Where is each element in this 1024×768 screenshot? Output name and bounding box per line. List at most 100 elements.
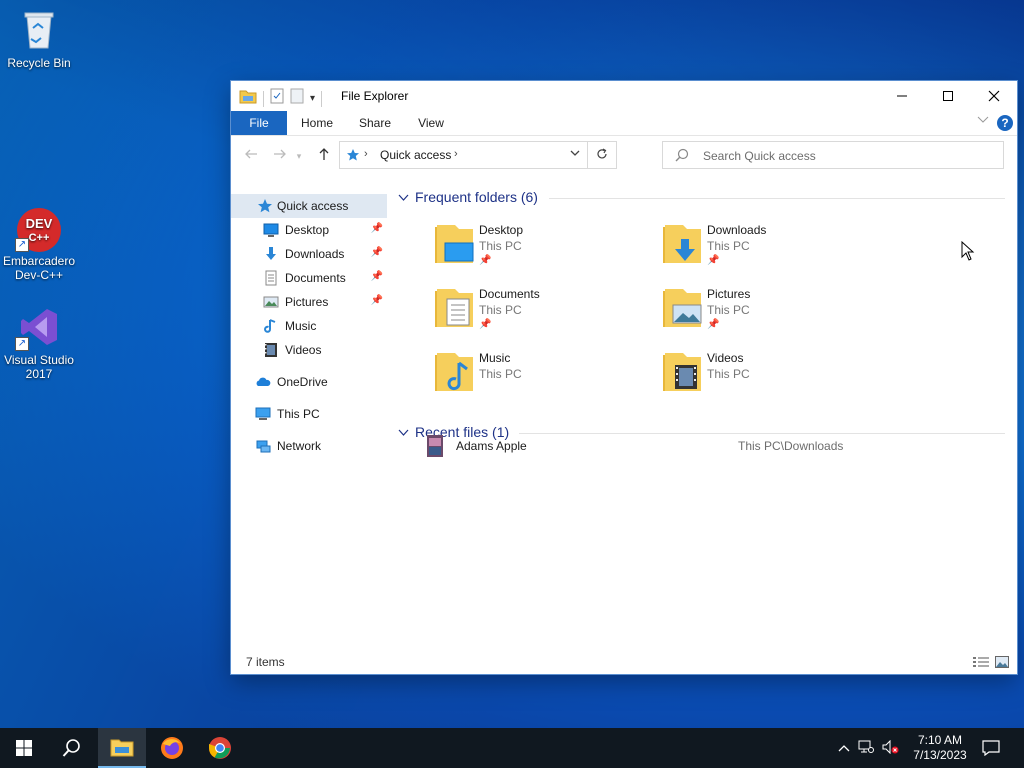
recent-file-name: Adams Apple <box>456 439 527 453</box>
group-title: Frequent folders (6) <box>415 189 538 205</box>
nav-item-label: Desktop <box>285 223 330 237</box>
up-arrow-icon <box>319 148 329 160</box>
tab-view[interactable]: View <box>407 111 455 135</box>
cpp-logo-text: C++ <box>29 232 50 244</box>
taskbar-clock[interactable]: 7:10 AM 7/13/2023 <box>902 733 978 763</box>
folder-tile-music[interactable]: Music This PC <box>433 349 653 405</box>
videos-folder-icon <box>661 349 705 395</box>
pin-icon[interactable]: 📌 <box>371 271 383 282</box>
help-button[interactable]: ? <box>997 115 1013 131</box>
expand-ribbon-chevron-icon[interactable] <box>977 115 989 127</box>
refresh-button[interactable] <box>587 142 616 168</box>
title-bar[interactable]: ▾ File Explorer <box>231 81 1017 111</box>
folder-tile-pictures[interactable]: Pictures This PC 📌 <box>661 285 881 341</box>
volume-muted-icon[interactable] <box>882 739 900 757</box>
close-button[interactable] <box>971 81 1017 111</box>
desktop-icon <box>263 222 279 238</box>
nav-item-this-pc[interactable]: This PC <box>231 402 387 426</box>
tab-share[interactable]: Share <box>351 111 399 135</box>
nav-item-downloads[interactable]: Downloads 📌 <box>231 242 387 266</box>
pin-icon[interactable]: 📌 <box>371 295 383 306</box>
tab-file[interactable]: File <box>231 111 287 135</box>
quick-access-toolbar: ▾ <box>239 88 323 109</box>
collapse-chevron-icon[interactable] <box>398 426 409 440</box>
firefox-icon <box>161 737 183 759</box>
tab-home[interactable]: Home <box>293 111 341 135</box>
dev-cpp-icon: DEV C++ ↗ <box>15 206 61 252</box>
nav-item-label: Videos <box>285 343 322 357</box>
desktop-icon-recycle-bin[interactable]: Recycle Bin <box>1 8 77 70</box>
search-icon <box>62 739 80 757</box>
breadcrumb-quick-access[interactable]: Quick access <box>380 148 451 162</box>
nav-item-label: Network <box>277 439 322 453</box>
search-placeholder: Search Quick access <box>703 149 816 163</box>
address-bar[interactable]: › Quick access › <box>339 141 617 169</box>
taskbar-chrome[interactable] <box>196 728 244 768</box>
desktop-icon-label: 2017 <box>25 367 53 381</box>
taskbar-firefox[interactable] <box>148 728 196 768</box>
nav-item-onedrive[interactable]: OneDrive <box>231 370 387 394</box>
show-hidden-icons-chevron-icon[interactable] <box>838 741 850 755</box>
details-view-icon[interactable] <box>973 655 989 673</box>
folder-location: This PC <box>479 303 522 317</box>
back-arrow-icon <box>245 149 257 159</box>
view-toggle <box>973 655 1009 673</box>
up-button[interactable] <box>313 145 335 167</box>
folder-tile-videos[interactable]: Videos This PC <box>661 349 881 405</box>
nav-item-quick-access[interactable]: Quick access <box>231 194 387 218</box>
pin-icon[interactable]: 📌 <box>371 223 383 234</box>
maximize-button[interactable] <box>925 81 971 111</box>
notifications-button[interactable] <box>968 728 1014 768</box>
nav-item-network[interactable]: Network <box>231 434 387 458</box>
customize-toolbar-chevron-icon[interactable]: ▾ <box>310 93 315 104</box>
nav-item-label: Pictures <box>285 295 329 309</box>
nav-item-videos[interactable]: Videos <box>231 338 387 362</box>
breadcrumb-separator-icon[interactable]: › <box>364 148 368 160</box>
search-icon <box>675 148 689 167</box>
large-icons-view-icon[interactable] <box>995 655 1009 673</box>
file-explorer-window: ▾ File Explorer File Home Share View ? ▾… <box>231 81 1017 674</box>
file-explorer-icon <box>110 739 134 757</box>
collapse-chevron-icon[interactable] <box>398 191 409 205</box>
minimize-button[interactable] <box>879 81 925 111</box>
breadcrumb-separator-icon[interactable]: › <box>454 148 458 160</box>
folder-tile-downloads[interactable]: Downloads This PC 📌 <box>661 221 881 277</box>
properties-icon[interactable] <box>270 88 284 109</box>
recent-file-row[interactable]: Adams Apple This PC\Downloads <box>423 435 983 459</box>
folder-tile-desktop[interactable]: Desktop This PC 📌 <box>433 221 653 277</box>
new-folder-icon[interactable] <box>290 88 304 109</box>
navigation-bar: ▾ › Quick access › Search Quick access <box>231 139 1017 173</box>
start-button[interactable] <box>0 728 48 768</box>
address-dropdown-icon[interactable] <box>570 148 580 160</box>
desktop-icon-dev-cpp[interactable]: DEV C++ ↗ Embarcadero Dev-C++ <box>1 206 77 282</box>
network-status-icon[interactable] <box>858 740 874 757</box>
nav-item-pictures[interactable]: Pictures 📌 <box>231 290 387 314</box>
documents-folder-icon <box>433 285 477 331</box>
desktop-folder-icon <box>433 221 477 267</box>
back-button[interactable] <box>240 145 262 167</box>
desktop-icon-label: Recycle Bin <box>7 56 71 70</box>
recent-locations-button[interactable]: ▾ <box>293 145 305 167</box>
folder-tile-documents[interactable]: Documents This PC 📌 <box>433 285 653 341</box>
music-icon <box>263 318 279 334</box>
nav-item-label: OneDrive <box>277 375 328 389</box>
nav-item-music[interactable]: Music <box>231 314 387 338</box>
desktop-icon-visual-studio[interactable]: ↗ Visual Studio 2017 <box>1 305 77 381</box>
nav-item-documents[interactable]: Documents 📌 <box>231 266 387 290</box>
download-icon <box>263 246 279 262</box>
frequent-folders-header[interactable]: Frequent folders (6) <box>398 189 538 205</box>
network-icon <box>255 438 271 454</box>
nav-item-label: Downloads <box>285 247 345 261</box>
divider <box>549 198 1005 199</box>
forward-button[interactable] <box>269 145 291 167</box>
document-icon <box>263 270 279 286</box>
taskbar: 7:10 AM 7/13/2023 <box>0 728 1024 768</box>
taskbar-file-explorer[interactable] <box>98 728 146 768</box>
pin-icon[interactable]: 📌 <box>371 247 383 258</box>
nav-item-desktop[interactable]: Desktop 📌 <box>231 218 387 242</box>
folder-location: This PC <box>707 367 750 381</box>
picture-icon <box>263 294 279 310</box>
taskbar-search-button[interactable] <box>48 728 96 768</box>
refresh-icon <box>597 148 607 159</box>
search-box[interactable]: Search Quick access <box>662 141 1004 169</box>
